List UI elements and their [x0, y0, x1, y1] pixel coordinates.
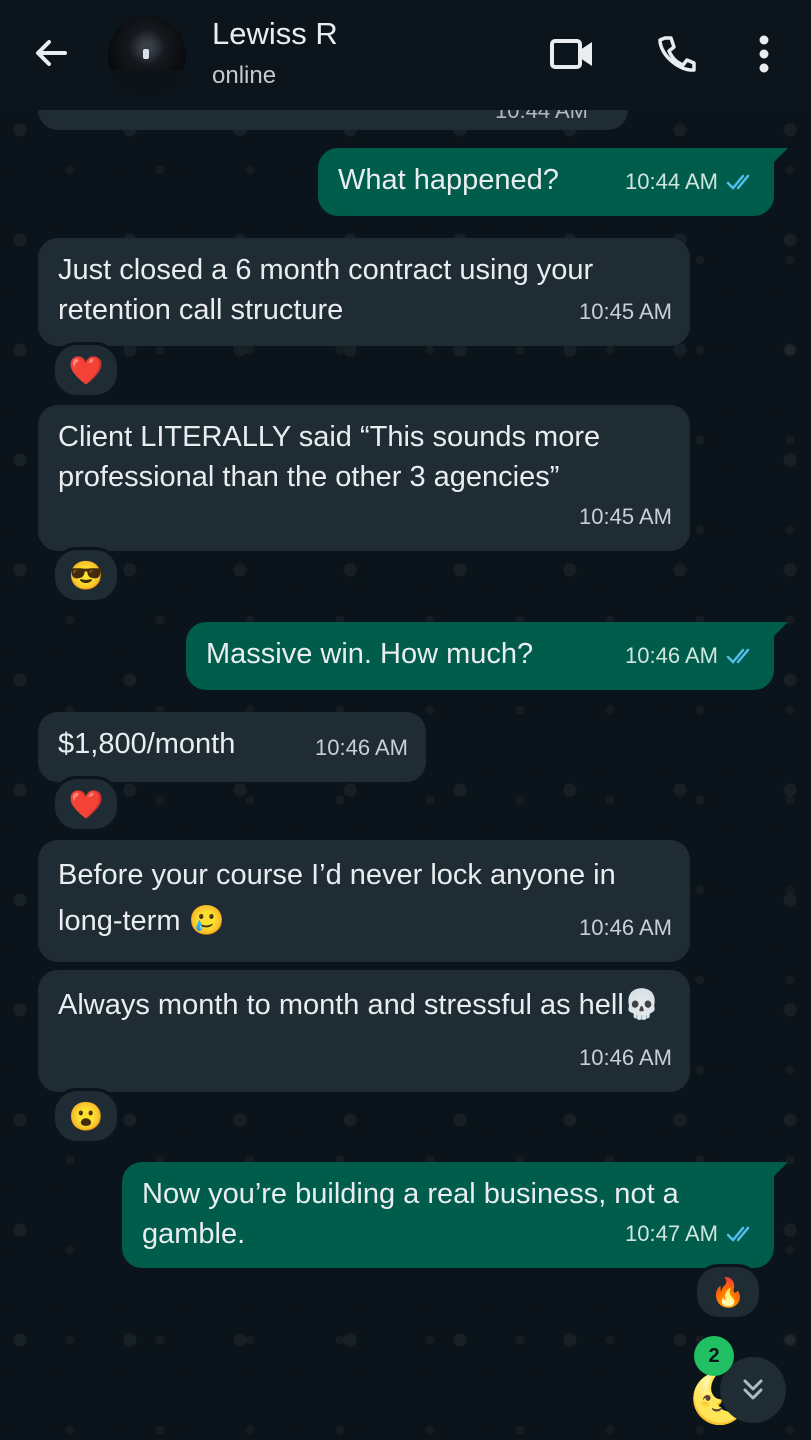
message-meta: 10:46 AM: [579, 908, 672, 948]
reaction-surprised[interactable]: 😮: [52, 1088, 120, 1144]
message-text: Always month to month and stressful as h…: [58, 989, 660, 1021]
voice-call-icon[interactable]: [652, 30, 700, 78]
reaction-sunglasses[interactable]: 😎: [52, 547, 120, 603]
more-options-icon[interactable]: [740, 30, 788, 78]
message-meta: 10:46 AM: [315, 728, 408, 768]
message-text: Before your course I’d never lock anyone…: [58, 859, 616, 937]
back-arrow-icon[interactable]: [28, 30, 74, 76]
contact-name[interactable]: Lewiss R: [212, 16, 338, 52]
message-text: Just closed a 6 month contract using you…: [58, 254, 594, 326]
message-bubble-incoming[interactable]: Always month to month and stressful as h…: [38, 970, 690, 1092]
read-ticks-icon: [726, 1226, 750, 1242]
message-bubble-incoming[interactable]: Before your course I’d never lock anyone…: [38, 840, 690, 962]
video-call-icon[interactable]: [548, 30, 596, 78]
message-time: 10:46 AM: [315, 735, 408, 760]
reaction-fire[interactable]: 🔥: [694, 1264, 762, 1320]
reaction-heart[interactable]: ❤️: [52, 776, 120, 832]
unread-count-badge: 2: [694, 1336, 734, 1376]
message-time: 10:47 AM: [625, 1221, 718, 1246]
message-meta: 10:46 AM: [625, 636, 756, 676]
message-meta: 10:46 AM: [579, 1038, 672, 1078]
message-time: 10:45 AM: [579, 299, 672, 324]
message-meta: 10:44 AM: [625, 162, 756, 202]
message-bubble-outgoing[interactable]: Now you’re building a real business, not…: [122, 1162, 788, 1268]
message-time: 10:45 AM: [579, 504, 672, 529]
message-bubble-outgoing[interactable]: Massive win. How much? 10:46 AM: [186, 622, 788, 690]
read-ticks-icon: [726, 174, 750, 190]
message-time: 10:46 AM: [579, 915, 672, 940]
double-chevron-down-icon: [743, 1379, 763, 1400]
contact-avatar[interactable]: [108, 16, 186, 94]
message-time: 10:44 AM: [625, 169, 718, 194]
chat-header: Lewiss R online: [0, 0, 811, 110]
message-bubble-incoming[interactable]: $1,800/month 10:46 AM: [38, 712, 426, 782]
reaction-heart[interactable]: ❤️: [52, 342, 120, 398]
read-ticks-icon: [726, 648, 750, 664]
message-bubble-outgoing[interactable]: What happened? 10:44 AM: [318, 148, 788, 216]
message-meta: 10:45 AM: [579, 497, 672, 537]
message-text: Client LITERALLY said “This sounds more …: [58, 421, 601, 493]
message-meta: 10:47 AM: [625, 1214, 756, 1254]
contact-status: online: [212, 62, 277, 89]
message-meta: 10:45 AM: [579, 292, 672, 332]
message-time: 10:46 AM: [625, 643, 718, 668]
message-bubble-incoming[interactable]: Client LITERALLY said “This sounds more …: [38, 405, 690, 551]
message-bubble-incoming[interactable]: Just closed a 6 month contract using you…: [38, 238, 690, 346]
message-time: 10:46 AM: [579, 1045, 672, 1070]
